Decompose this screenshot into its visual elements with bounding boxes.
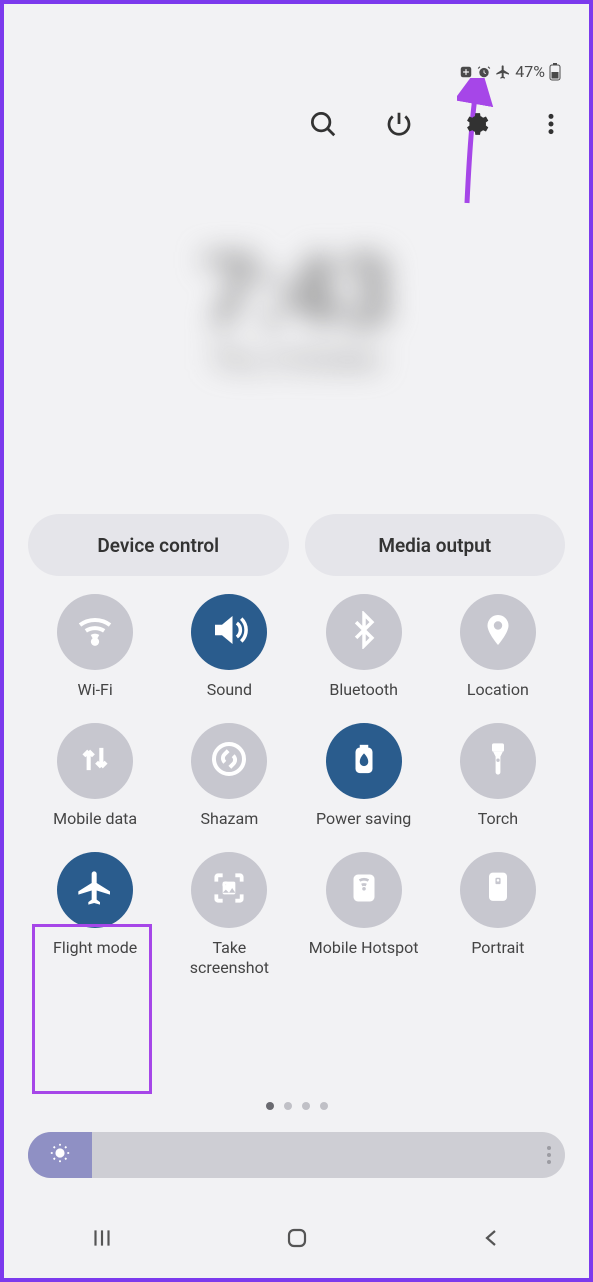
tile-portrait[interactable]: Portrait — [431, 852, 565, 976]
tile-label: Wi-Fi — [40, 680, 150, 699]
tile-label: Portrait — [443, 938, 553, 957]
brightness-icon — [49, 1142, 71, 1168]
page-dot — [266, 1102, 274, 1110]
tile-power-saving[interactable]: Power saving — [297, 723, 431, 828]
tile-label: Torch — [443, 809, 553, 828]
page-dot — [284, 1102, 292, 1110]
device-control-label: Device control — [97, 534, 219, 557]
quick-settings-panel: 47% 7:43 Thu, 6 October Device control — [0, 0, 593, 1282]
home-button[interactable] — [277, 1218, 317, 1258]
airplane-icon — [495, 64, 511, 80]
battery-icon — [549, 63, 561, 81]
bluetooth-icon — [345, 611, 383, 653]
device-control-button[interactable]: Device control — [28, 514, 289, 576]
panel-actions — [303, 104, 571, 144]
location-icon — [480, 612, 516, 652]
tile-label: Mobile Hotspot — [309, 938, 419, 957]
quick-settings-grid: Wi-Fi Sound Bluetooth Location Mobile da — [28, 594, 565, 977]
battery-percent: 47% — [515, 62, 545, 81]
hotspot-icon — [346, 870, 382, 910]
alarm-icon — [477, 65, 491, 79]
data-saver-icon — [459, 65, 473, 79]
annotation-highlight — [32, 924, 152, 1094]
clock-time: 7:43 — [201, 234, 392, 351]
data-icon — [76, 740, 114, 782]
page-dot — [320, 1102, 328, 1110]
media-output-button[interactable]: Media output — [305, 514, 566, 576]
recents-button[interactable] — [82, 1218, 122, 1258]
clock-background: 7:43 Thu, 6 October — [4, 234, 589, 375]
tile-bluetooth[interactable]: Bluetooth — [297, 594, 431, 699]
tile-screenshot[interactable]: Take screenshot — [162, 852, 296, 976]
clock-date: Thu, 6 October — [211, 345, 382, 375]
airplane-icon — [75, 868, 115, 912]
media-output-label: Media output — [378, 534, 491, 557]
tile-label: Power saving — [309, 809, 419, 828]
shazam-icon — [209, 739, 249, 783]
power-button[interactable] — [379, 104, 419, 144]
power-icon — [347, 742, 381, 780]
back-button[interactable] — [472, 1218, 512, 1258]
settings-button[interactable] — [455, 104, 495, 144]
brightness-slider[interactable] — [28, 1132, 565, 1178]
tile-label: Take screenshot — [174, 938, 284, 976]
tile-hotspot[interactable]: Mobile Hotspot — [297, 852, 431, 976]
search-button[interactable] — [303, 104, 343, 144]
screenshot-icon — [210, 869, 248, 911]
portrait-icon — [482, 870, 514, 910]
more-button[interactable] — [531, 104, 571, 144]
slider-more-icon[interactable] — [547, 1146, 551, 1164]
tile-wifi[interactable]: Wi-Fi — [28, 594, 162, 699]
tile-mobile-data[interactable]: Mobile data — [28, 723, 162, 828]
tile-label: Sound — [174, 680, 284, 699]
tile-shazam[interactable]: Shazam — [162, 723, 296, 828]
page-indicator — [4, 1102, 589, 1110]
wifi-icon — [75, 610, 115, 654]
tile-location[interactable]: Location — [431, 594, 565, 699]
page-dot — [302, 1102, 310, 1110]
navigation-bar — [4, 1218, 589, 1258]
tile-label: Location — [443, 680, 553, 699]
sound-icon — [208, 609, 250, 655]
tile-torch[interactable]: Torch — [431, 723, 565, 828]
tile-sound[interactable]: Sound — [162, 594, 296, 699]
status-bar: 47% — [459, 62, 561, 81]
tile-label: Mobile data — [40, 809, 150, 828]
torch-icon — [483, 741, 513, 781]
tile-label: Bluetooth — [309, 680, 419, 699]
tile-label: Shazam — [174, 809, 284, 828]
